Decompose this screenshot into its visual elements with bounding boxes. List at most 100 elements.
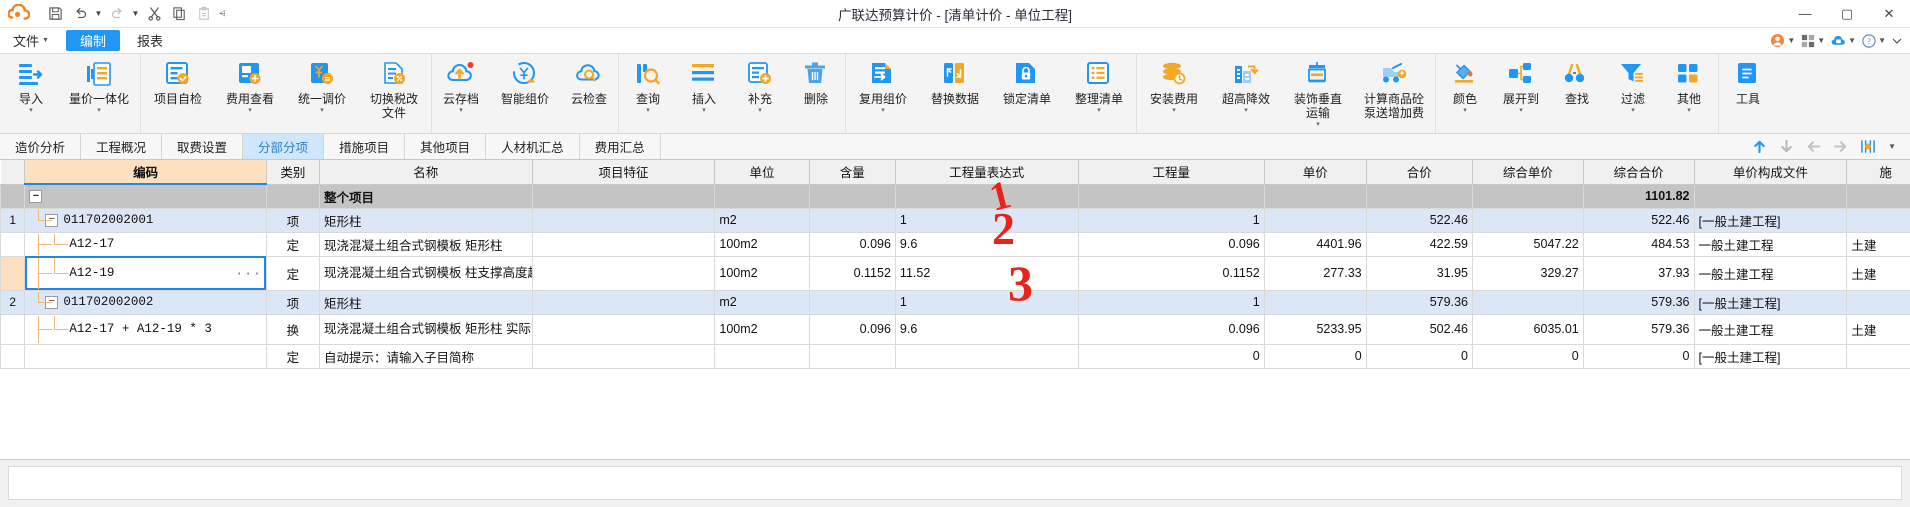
cell-unit[interactable]: 100m2 xyxy=(714,231,810,257)
cell-total[interactable]: 502.46 xyxy=(1365,313,1473,345)
paste-icon[interactable] xyxy=(192,3,216,25)
cell-unit[interactable]: m2 xyxy=(714,289,810,315)
cell-feature[interactable] xyxy=(531,343,716,369)
cell-code[interactable]: − 011702002002 xyxy=(24,289,267,315)
cell-compunit[interactable]: 6035.01 xyxy=(1471,313,1584,345)
cell-content[interactable] xyxy=(808,207,896,233)
cell-unit[interactable]: m2 xyxy=(714,207,810,233)
tab-cost-analysis[interactable]: 造价分析 xyxy=(0,134,82,159)
cell-code[interactable]: A12-17 + A12-19 * 3 xyxy=(24,313,267,345)
cell-expr[interactable]: 11.52 xyxy=(894,255,1079,291)
cell-category[interactable]: 换 xyxy=(265,313,320,345)
cell-comptotal[interactable]: 522.46 xyxy=(1582,207,1695,233)
ribbon-button-concrete-pump[interactable]: 计算商品砼 泵送增加费 xyxy=(1354,54,1434,132)
cell-code[interactable]: A12-19 ··· xyxy=(24,255,267,291)
ribbon-button-delete[interactable]: 删除 xyxy=(788,54,844,132)
cell-total[interactable]: 522.46 xyxy=(1365,207,1473,233)
cell-qty[interactable]: 0.096 xyxy=(1077,313,1265,345)
ribbon-caret-import-icon[interactable]: ▾ xyxy=(29,107,33,115)
ribbon-button-import[interactable]: 导入 ▾ xyxy=(3,54,59,132)
cell-pricefile[interactable]: [一般土建工程] xyxy=(1693,207,1848,233)
arrow-left-icon[interactable] xyxy=(1806,139,1821,154)
undo-dropdown-caret-icon[interactable]: ▼ xyxy=(93,3,104,25)
grid-header-name[interactable]: 名称 xyxy=(318,160,533,185)
tab-subdivision-items[interactable]: 分部分项 xyxy=(243,134,325,159)
cell-qty[interactable]: 1 xyxy=(1077,289,1265,315)
cell-compunit[interactable]: 329.27 xyxy=(1471,255,1584,291)
ribbon-button-high-rise[interactable]: 超高降效 ▾ xyxy=(1210,54,1282,132)
cell-content[interactable] xyxy=(808,289,896,315)
grid-header-extra[interactable]: 施 xyxy=(1846,160,1910,185)
user-avatar-icon[interactable]: ▼ xyxy=(1768,31,1797,51)
help-icon[interactable]: ? ▼ xyxy=(1860,31,1888,51)
cell-total[interactable]: 31.95 xyxy=(1365,255,1473,291)
cell-extra[interactable]: 土建 xyxy=(1846,255,1910,291)
cell-compunit[interactable] xyxy=(1471,289,1584,315)
cloud-sync-icon[interactable]: ▼ xyxy=(1829,31,1858,51)
ribbon-button-cloud-archive[interactable]: 云存档 ▾ xyxy=(433,54,489,132)
cell-qty[interactable]: 0 xyxy=(1077,343,1265,369)
cell-feature[interactable] xyxy=(531,231,716,257)
grid-header-unit[interactable]: 单位 xyxy=(714,160,810,185)
table-row[interactable]: A12-17 + A12-19 * 3 换 现浇混凝土组合式钢模板 矩形柱 实际… xyxy=(0,313,1910,345)
ribbon-button-reuse-price[interactable]: 复用组价 ▾ xyxy=(847,54,919,132)
ribbon-caret-filter-icon[interactable]: ▾ xyxy=(1631,107,1635,115)
cell-compunit[interactable]: 0 xyxy=(1471,343,1584,369)
table-row[interactable]: 定 自动提示：请输入子目简称 0 0 0 0 0 [一般土建工程] xyxy=(0,343,1910,369)
cell-expr[interactable] xyxy=(894,343,1079,369)
table-row[interactable]: A12-17 定 现浇混凝土组合式钢模板 矩形柱 100m2 0.096 9.6… xyxy=(0,231,1910,257)
cell-unitprice[interactable]: 277.33 xyxy=(1263,255,1367,291)
ribbon-button-project-check[interactable]: 项目自检 xyxy=(142,54,214,132)
cell-name[interactable]: 现浇混凝土组合式钢模板 矩形柱 实际高度(m):6 实际高度(m):6 xyxy=(318,313,533,345)
cell-code[interactable] xyxy=(24,343,267,369)
cell-qty[interactable]: 0.096 xyxy=(1077,231,1265,257)
cell-feature[interactable] xyxy=(531,255,716,291)
ribbon-button-query[interactable]: 查询 ▾ xyxy=(620,54,676,132)
arrow-down-icon[interactable] xyxy=(1779,139,1794,154)
cell-content[interactable]: 0.096 xyxy=(808,231,896,257)
cell-content[interactable] xyxy=(808,343,896,369)
cell-compunit[interactable] xyxy=(1471,207,1584,233)
cell-pricefile[interactable]: [一般土建工程] xyxy=(1693,289,1848,315)
cell-category[interactable]: 项 xyxy=(265,289,320,315)
ribbon-caret-install-fee-icon[interactable]: ▾ xyxy=(1172,107,1176,115)
tab-resource-summary[interactable]: 人材机汇总 xyxy=(486,134,580,159)
tab-fee-summary[interactable]: 费用汇总 xyxy=(579,134,661,159)
cell-pricefile[interactable]: [一般土建工程] xyxy=(1693,343,1848,369)
table-row[interactable]: − 整个项目 1101.82 xyxy=(0,183,1910,209)
cell-code[interactable]: − xyxy=(24,183,267,209)
ribbon-button-unified-price[interactable]: 统一调价 ▾ xyxy=(286,54,358,132)
cell-unit[interactable]: 100m2 xyxy=(714,313,810,345)
cell-total[interactable]: 0 xyxy=(1365,343,1473,369)
ribbon-caret-expand-to-icon[interactable]: ▾ xyxy=(1519,107,1523,115)
ribbon-caret-high-rise-icon[interactable]: ▾ xyxy=(1244,107,1248,115)
tab-dropdown-caret-icon[interactable]: ▼ xyxy=(1888,142,1896,151)
ribbon-button-replace-data[interactable]: 替换数据 xyxy=(919,54,991,132)
ribbon-caret-supplement-icon[interactable]: ▾ xyxy=(758,107,762,115)
table-row[interactable]: 2 − 011702002002 项 矩形柱 m2 1 1 579.36 579… xyxy=(0,289,1910,315)
more-options-icon[interactable] xyxy=(1890,31,1904,51)
cell-extra[interactable] xyxy=(1846,289,1910,315)
cell-qty[interactable]: 1 xyxy=(1077,207,1265,233)
cell-feature[interactable] xyxy=(531,207,716,233)
cell-content[interactable]: 0.096 xyxy=(808,313,896,345)
cell-ellipsis-button[interactable]: ··· xyxy=(235,266,261,281)
tab-other-items[interactable]: 其他项目 xyxy=(405,134,487,159)
cell-total[interactable] xyxy=(1365,183,1473,209)
grid-header-pricefile[interactable]: 单价构成文件 xyxy=(1693,160,1848,185)
ribbon-button-vertical-transport[interactable]: 装饰垂直 运输 ▾ xyxy=(1282,54,1354,132)
grid-header-feature[interactable]: 项目特征 xyxy=(531,160,716,185)
menu-item-report[interactable]: 报表 xyxy=(124,28,176,53)
qat-more-caret-icon[interactable]: ⩤ xyxy=(217,3,228,25)
cell-feature[interactable] xyxy=(531,289,716,315)
redo-dropdown-caret-icon[interactable]: ▼ xyxy=(130,3,141,25)
cell-expr[interactable]: 9.6 xyxy=(894,231,1079,257)
cell-pricefile[interactable] xyxy=(1693,183,1848,209)
grid-apps-icon[interactable]: ▼ xyxy=(1799,31,1827,51)
cell-compunit[interactable]: 5047.22 xyxy=(1471,231,1584,257)
maximize-button[interactable]: ▢ xyxy=(1826,0,1868,28)
grid-header-qty[interactable]: 工程量 xyxy=(1077,160,1265,185)
close-button[interactable]: ✕ xyxy=(1868,0,1910,28)
cell-category[interactable]: 定 xyxy=(265,231,320,257)
cell-name[interactable]: 现浇混凝土组合式钢模板 矩形柱 xyxy=(318,231,533,257)
